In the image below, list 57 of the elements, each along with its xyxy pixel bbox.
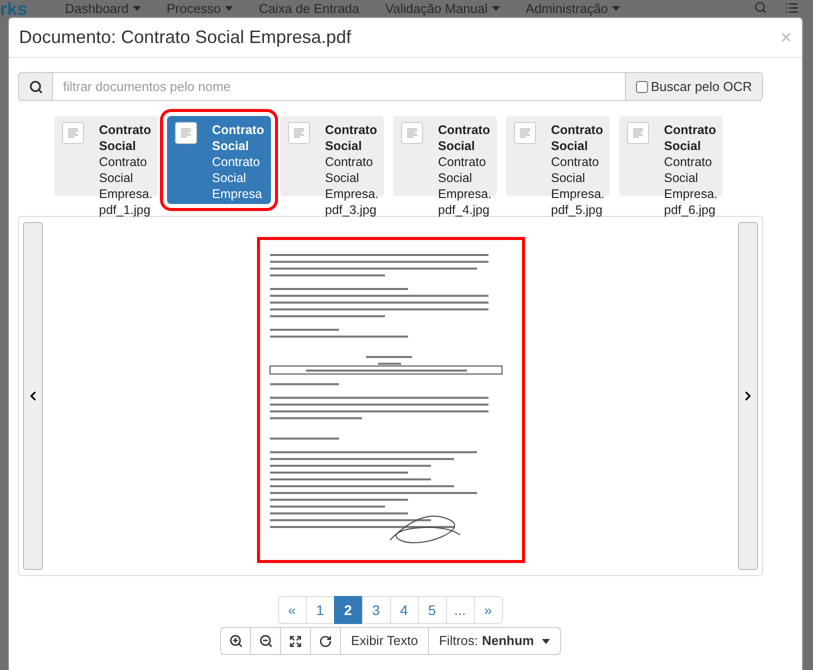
thumbnail-title: Contrato Social <box>664 122 718 154</box>
pagination-link[interactable]: 4 <box>390 596 418 624</box>
ocr-search-toggle[interactable]: Buscar pelo OCR <box>624 72 763 101</box>
pagination-link[interactable]: « <box>278 596 306 624</box>
caret-icon <box>492 6 500 11</box>
ocr-checkbox[interactable] <box>636 80 648 92</box>
zoom-in-icon <box>228 634 243 648</box>
page-thumbnail-icon <box>401 122 423 144</box>
page-thumbnail-icon <box>627 122 649 144</box>
pagination-link[interactable]: 3 <box>362 596 390 624</box>
search-icon[interactable] <box>754 1 767 14</box>
filters-value: Nenhum <box>482 632 534 650</box>
caret-icon <box>132 6 141 11</box>
page-thumbnail-icon <box>288 122 310 144</box>
thumbnail-title: Contrato Social <box>438 122 492 154</box>
filters-label: Filtros: <box>438 632 478 650</box>
thumbnail-filename: Contrato Social Empresa <box>212 154 264 202</box>
thumbnail-title: Contrato Social <box>325 122 378 154</box>
modal-title: Documento: Contrato Social Empresa.pdf <box>19 26 352 49</box>
thumbnail-filename: Contrato Social Empresa. pdf_6.jpg <box>664 154 718 218</box>
nav-menu-item[interactable]: Caixa de Entrada <box>258 2 360 15</box>
nav-menu-item[interactable]: Processo <box>166 2 233 15</box>
nav-menu-item[interactable]: Validação Manual <box>385 2 500 15</box>
fit-button[interactable] <box>280 627 312 655</box>
pagination-link[interactable]: » <box>474 596 502 624</box>
thumbnail-filename: Contrato Social Empresa. pdf_1.jpg <box>99 154 154 218</box>
thumbnail-filename: Contrato Social Empresa. pdf_4.jpg <box>438 154 492 218</box>
zoom-out-icon <box>258 634 273 648</box>
thumbnail-filename: Contrato Social Empresa. pdf_5.jpg <box>551 154 606 218</box>
zoom-in-button[interactable] <box>220 627 252 655</box>
caret-icon <box>612 6 620 11</box>
thumbnail-card-background[interactable] <box>167 116 271 204</box>
show-text-button[interactable]: Exibir Texto <box>340 627 429 655</box>
thumbnail-title: Contrato Social <box>99 122 152 154</box>
page-thumbnail-icon <box>514 122 536 144</box>
thumbnail-title: Contrato Social <box>551 122 604 154</box>
pagination-link[interactable]: 1 <box>306 596 334 624</box>
filter-input-field[interactable]: filtrar documentos pelo nome <box>53 72 625 101</box>
page-thumbnail-icon <box>62 122 84 144</box>
page-thumbnail-icon <box>175 122 197 144</box>
nav-menu-item[interactable]: Dashboard <box>65 2 141 15</box>
expand-icon <box>289 634 302 648</box>
rotate-button[interactable] <box>310 627 342 655</box>
pagination-link[interactable]: 2 <box>334 596 362 624</box>
menu-icon[interactable] <box>785 1 799 15</box>
filters-dropdown[interactable]: Filtros: Nenhum <box>428 627 561 655</box>
brand-logo: rks <box>0 0 28 18</box>
rotate-icon <box>319 634 332 648</box>
caret-icon <box>224 6 233 11</box>
pagination-link[interactable]: ... <box>446 596 474 624</box>
pagination-link[interactable]: 5 <box>418 596 446 624</box>
zoom-out-button[interactable] <box>250 627 282 655</box>
thumbnail-filename: Contrato Social Empresa. pdf_3.jpg <box>325 154 380 218</box>
caret-icon <box>542 638 550 644</box>
thumbnail-title: Contrato Social <box>212 122 266 154</box>
nav-menu-item[interactable]: Administração <box>526 2 620 15</box>
search-icon <box>28 80 42 94</box>
